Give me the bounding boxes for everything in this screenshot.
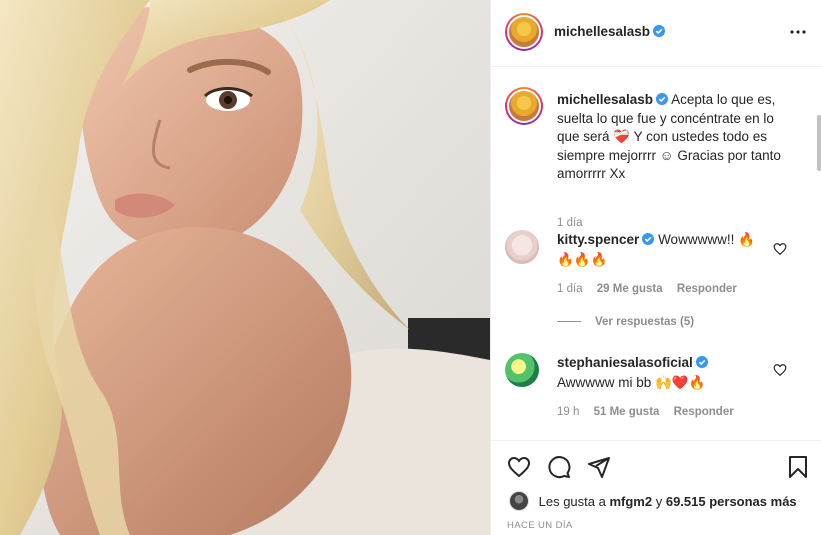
comment-likes[interactable]: 51 Me gusta [594,406,660,418]
reply-button[interactable]: Responder [677,283,737,295]
comment-meta: 1 día 29 Me gusta Responder [557,283,748,295]
comment-time[interactable]: 1 día [557,283,583,295]
comments-list[interactable]: michellesalasb Acepta lo que es, suelta … [491,67,821,440]
liker-avatar[interactable] [509,491,529,511]
comment-username[interactable]: kitty.spencer [557,232,639,247]
heart-icon[interactable] [507,455,531,479]
more-icon[interactable] [788,24,808,40]
comment-icon[interactable] [547,455,571,479]
scrollbar[interactable] [816,67,821,440]
comment-text: stephaniesalasoficial Awwwww mi bb 🙌❤️🔥 [557,353,767,393]
comment-text: kitty.spencer Wowwwww!! 🔥 🔥🔥🔥 [557,230,767,270]
scrollbar-thumb[interactable] [817,115,821,171]
verified-icon [695,356,708,368]
post-timestamp[interactable]: HACE UN DÍA [507,520,573,531]
post-photo[interactable] [0,0,490,535]
post-footer: Les gusta a mfgm2 y 69.515 personas más … [491,440,821,535]
verified-icon [656,93,669,105]
caption-username[interactable]: michellesalasb [557,92,653,107]
comment-meta: 19 h 51 Me gusta Responder [557,406,745,418]
smile-emoji: ☺ [659,147,674,163]
comment-message: Wowwwww!! [658,232,735,247]
divider [557,321,581,323]
post-details-panel: michellesalasb michellesalasb Acepta lo … [490,0,821,535]
selfie-photo-illustration [0,0,490,535]
likes-summary: Les gusta a mfgm2 y 69.515 personas más [509,491,797,511]
header-username[interactable]: michellesalasb [554,24,666,39]
verified-icon [653,25,666,37]
heart-emoji: ❤️‍🩹 [613,129,631,144]
caption-time[interactable]: 1 día [557,217,583,229]
comment-username[interactable]: stephaniesalasoficial [557,355,693,370]
post-header: michellesalasb [491,0,821,67]
comment-message: Awwwww mi bb [557,375,652,390]
likes-text: Les gusta a mfgm2 y 69.515 personas más [538,493,797,509]
comment-time[interactable]: 19 h [557,406,579,418]
caption-avatar[interactable] [505,87,543,125]
view-replies-button[interactable]: Ver respuestas (5) [557,316,694,328]
liker-username[interactable]: mfgm2 [609,494,652,509]
caption-text: michellesalasb Acepta lo que es, suelta … [557,91,797,184]
bookmark-icon[interactable] [786,455,810,479]
comment-emojis: 🙌❤️🔥 [655,375,706,390]
verified-icon [642,233,655,245]
share-icon[interactable] [587,455,611,479]
commenter-avatar[interactable] [505,353,539,387]
heart-icon[interactable] [773,242,787,256]
heart-icon[interactable] [773,363,787,377]
reply-button[interactable]: Responder [674,406,734,418]
comment-likes[interactable]: 29 Me gusta [597,283,663,295]
avatar[interactable] [505,13,543,51]
likes-count[interactable]: 69.515 personas más [666,494,797,509]
commenter-avatar[interactable] [505,230,539,264]
